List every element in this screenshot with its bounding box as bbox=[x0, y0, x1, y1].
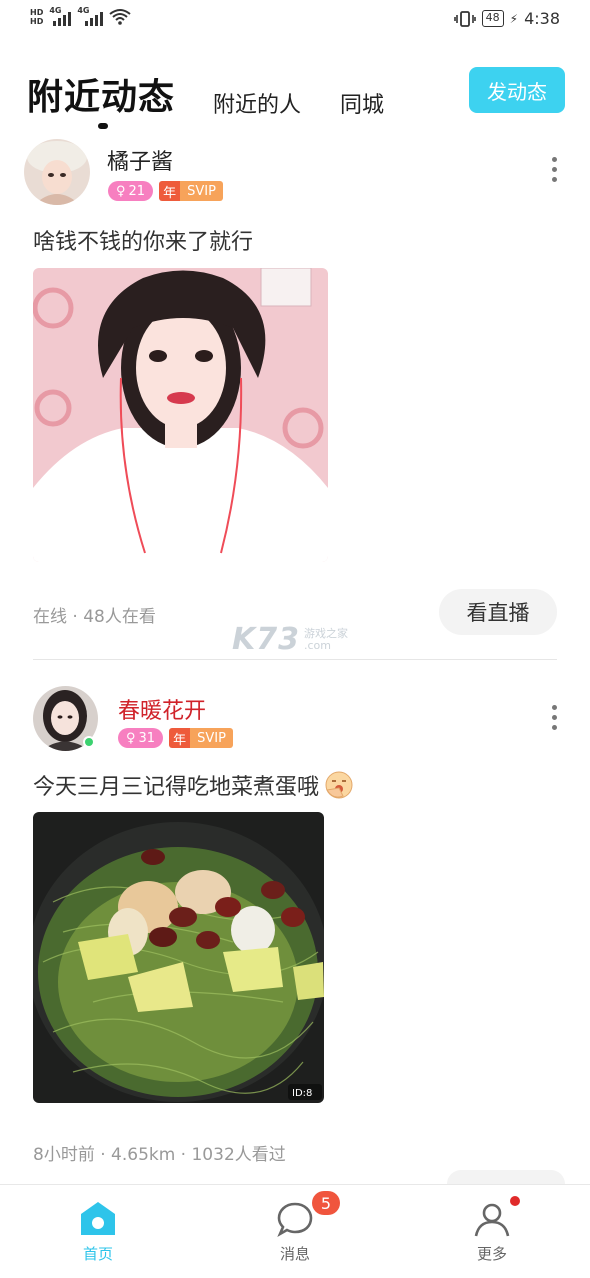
watermark-logo: K73 bbox=[232, 622, 300, 657]
post-meta: 8小时前 · 4.65km · 1032人看过 bbox=[33, 1145, 286, 1165]
online-status-dot bbox=[83, 736, 95, 748]
svip-badge: 年 SVIP bbox=[169, 728, 233, 748]
battery-icon: 48 bbox=[481, 10, 504, 27]
username[interactable]: 橘子酱 bbox=[107, 144, 173, 176]
signal-icon: 4G bbox=[49, 6, 72, 26]
post-text-row: 今天三月三记得吃地菜煮蛋哦 bbox=[33, 769, 355, 801]
vibrate-icon bbox=[453, 10, 476, 27]
notification-dot bbox=[510, 1196, 520, 1206]
tab-nearby-people[interactable]: 附近的人 bbox=[213, 87, 301, 119]
post-text: 今天三月三记得吃地菜煮蛋哦 bbox=[33, 775, 320, 800]
watermark-line2: .com bbox=[304, 638, 331, 652]
level-value: 21 bbox=[128, 183, 146, 199]
nav-more[interactable]: 更多 bbox=[452, 1199, 532, 1264]
vip-label: SVIP bbox=[180, 181, 223, 201]
network-type-1: 4G bbox=[49, 6, 62, 15]
more-options-icon[interactable] bbox=[549, 705, 559, 730]
avatar[interactable] bbox=[24, 139, 90, 205]
post-meta: 在线 · 48人在看 bbox=[33, 607, 156, 627]
year-badge: 年 bbox=[159, 181, 181, 201]
post-photo[interactable]: ID:8 bbox=[33, 812, 324, 1103]
year-badge: 年 bbox=[169, 728, 191, 748]
level-badge: ♀ 31 bbox=[118, 728, 164, 748]
home-icon bbox=[81, 1202, 115, 1235]
level-badge: ♀ 21 bbox=[108, 181, 154, 201]
message-count-badge: 5 bbox=[312, 1191, 340, 1215]
active-tab-indicator bbox=[98, 123, 108, 129]
yawn-emoji-icon bbox=[325, 771, 353, 799]
watch-live-button[interactable]: 看直播 bbox=[439, 589, 557, 635]
hd-label-bottom: HD bbox=[30, 17, 44, 26]
nav-home[interactable]: 首页 bbox=[58, 1199, 138, 1264]
tab-nearby-feed[interactable]: 附近动态 bbox=[27, 68, 175, 120]
action-button-partial[interactable] bbox=[447, 1170, 565, 1184]
post-moment-button[interactable]: 发动态 bbox=[469, 67, 565, 113]
more-options-icon[interactable] bbox=[549, 157, 559, 182]
vip-label: SVIP bbox=[190, 728, 233, 748]
clock: 4:38 bbox=[524, 9, 560, 28]
nav-more-label: 更多 bbox=[476, 1245, 507, 1263]
bottom-nav-bar: 首页 消息 更多 bbox=[0, 1184, 590, 1278]
top-tab-bar: 附近动态 附近的人 同城 发动态 bbox=[0, 56, 590, 134]
signal-icon-2: 4G bbox=[77, 6, 104, 26]
nav-messages-label: 消息 bbox=[279, 1245, 310, 1263]
tab-same-city[interactable]: 同城 bbox=[340, 87, 384, 119]
post-photo[interactable] bbox=[33, 268, 328, 562]
user-icon bbox=[474, 1203, 510, 1237]
watermark-text: 游戏之家 .com bbox=[304, 627, 348, 652]
hd-label-top: HD bbox=[30, 8, 44, 17]
svip-badge: 年 SVIP bbox=[159, 181, 223, 201]
female-icon: ♀ bbox=[126, 730, 136, 746]
user-badges: ♀ 31 年 SVIP bbox=[118, 728, 233, 748]
charging-icon: ⚡ bbox=[509, 11, 519, 26]
user-badges: ♀ 21 年 SVIP bbox=[108, 181, 223, 201]
wifi-icon bbox=[109, 9, 131, 25]
nav-home-label: 首页 bbox=[82, 1245, 113, 1263]
username[interactable]: 春暖花开 bbox=[118, 693, 206, 725]
female-icon: ♀ bbox=[116, 183, 126, 199]
network-type-2: 4G bbox=[77, 6, 90, 15]
post-text: 啥钱不钱的你来了就行 bbox=[33, 230, 254, 255]
status-bar: HD HD 4G 4G 48 ⚡ 4:38 bbox=[0, 0, 590, 42]
hd-indicator: HD HD bbox=[30, 8, 43, 26]
feed-divider bbox=[33, 659, 557, 660]
watermark: K73 游戏之家 .com bbox=[232, 622, 348, 657]
chat-bubble-icon bbox=[277, 1202, 313, 1238]
level-value: 31 bbox=[138, 730, 156, 746]
photo-tag: ID:8 bbox=[292, 1088, 312, 1099]
